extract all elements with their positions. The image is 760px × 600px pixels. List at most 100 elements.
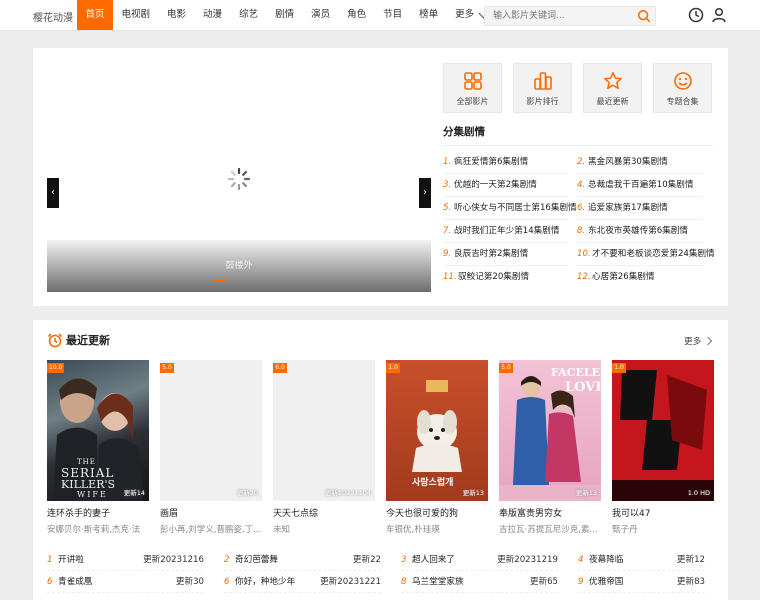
slider-prev-button[interactable]: ‹: [47, 178, 59, 208]
nav-item-anime[interactable]: 动漫: [195, 0, 231, 30]
update-status: 更新20231104: [324, 489, 371, 497]
movie-cast: 吉拉瓦·苏提瓦尼沙克,素...: [499, 525, 598, 535]
history-clock-icon[interactable]: [688, 7, 704, 23]
episode-rank: 9.: [443, 249, 452, 259]
episode-item[interactable]: 2. 黑金风暴第30集剧情: [577, 151, 668, 173]
quick-link-rankings[interactable]: 影片排行: [513, 63, 572, 113]
list-item[interactable]: 4 夜幕降临 更新12: [578, 549, 705, 571]
nav-item-movie[interactable]: 电影: [159, 0, 195, 30]
row-rank: 3: [401, 555, 407, 565]
movie-poster[interactable]: FACELESS LOVE 5.0 更新13: [499, 360, 601, 501]
alarm-clock-icon: [47, 333, 63, 348]
site-logo[interactable]: 樱花动漫: [33, 9, 73, 24]
episode-item[interactable]: 3. 优越的一天第2集剧情: [443, 174, 537, 196]
row-update: 更新20231219: [497, 555, 558, 565]
episode-rank: 5.: [443, 203, 452, 213]
list-item[interactable]: 1 开讲啦 更新20231216: [47, 549, 204, 571]
movie-title[interactable]: 奉版富贵男穷女: [499, 506, 601, 519]
nav-item-rankings[interactable]: 榜单: [411, 0, 447, 30]
episode-rank: 2.: [577, 157, 586, 167]
slider-dot[interactable]: [270, 280, 281, 282]
quick-link-label: 专题合集: [666, 97, 699, 106]
movie-title[interactable]: 画眉: [160, 506, 262, 519]
search-input[interactable]: [485, 7, 631, 25]
episode-item[interactable]: 1. 疯狂爱情第6集剧情: [443, 151, 528, 173]
list-item[interactable]: 8 乌兰堂堂家族 更新65: [401, 571, 558, 593]
row-update: 更新22: [352, 555, 381, 565]
hero-slider[interactable]: ‹ › 鼓楼外: [47, 62, 431, 292]
update-status: 更新20: [236, 489, 258, 497]
quick-link-all-movies[interactable]: 全部影片: [443, 63, 502, 113]
movie-card[interactable]: 6.0 更新20231104 天天七点综 未知: [273, 360, 375, 535]
list-item[interactable]: 3 超人回来了 更新20231219: [401, 549, 558, 571]
movie-poster[interactable]: 5.0 更新20: [160, 360, 262, 501]
quick-link-collections[interactable]: 专题合集: [653, 63, 712, 113]
nav-item-tv[interactable]: 电视剧: [113, 0, 159, 30]
episode-rank: 6.: [577, 203, 586, 213]
quick-links: 全部影片 影片排行 最近更新 专题合集: [443, 63, 712, 113]
episode-item[interactable]: 7. 战时我们正年少第14集剧情: [443, 220, 559, 242]
episode-item[interactable]: 5. 听心侠女与不同居士第16集剧情: [443, 197, 577, 219]
movie-poster[interactable]: THE SERIAL KILLER'S WIFE 10.0 更新14: [47, 360, 149, 501]
slider-dot[interactable]: [214, 280, 225, 282]
movie-card[interactable]: THE SERIAL KILLER'S WIFE 10.0 更新14 连环杀手的…: [47, 360, 149, 535]
list-item[interactable]: 2 奇幻芭蕾舞 更新22: [224, 549, 381, 571]
bar-chart-icon: [533, 72, 552, 90]
chevron-right-icon: [703, 336, 713, 346]
movie-title[interactable]: 今天也很可爱的狗: [386, 506, 488, 519]
movie-poster[interactable]: 1.0 1.0 HD: [612, 360, 714, 501]
movie-card[interactable]: 사랑스럽개 1.0 更新13 今天也很可爱的狗 车银优,朴珪瑛: [386, 360, 488, 535]
episode-rank: 7.: [443, 226, 452, 236]
rating-badge: 1.0: [386, 363, 400, 373]
episode-rank: 11.: [443, 272, 457, 282]
episode-item[interactable]: 4. 总裁虐我千百遍第10集剧情: [577, 174, 693, 196]
list-item[interactable]: 6 你好，种地少年 更新20231221: [224, 571, 381, 593]
row-title: 夜幕降临: [589, 555, 624, 565]
list-item[interactable]: 6 青雀成凰 更新30: [47, 571, 204, 593]
user-icon[interactable]: [711, 7, 727, 23]
episode-item[interactable]: 6. 追爱家族第17集剧情: [577, 197, 668, 219]
movie-poster[interactable]: 6.0 更新20231104: [273, 360, 375, 501]
nav-item-actors[interactable]: 演员: [303, 0, 339, 30]
episode-item[interactable]: 9. 良辰吉时第2集剧情: [443, 243, 528, 265]
update-status: 1.0 HD: [687, 489, 710, 497]
movie-title[interactable]: 天天七点综: [273, 506, 375, 519]
movie-poster[interactable]: 사랑스럽개 1.0 更新13: [386, 360, 488, 501]
movie-cast: 未知: [273, 525, 291, 535]
slider-caption-text[interactable]: 鼓楼外: [47, 258, 431, 271]
episode-item[interactable]: 12.心居第26集剧情: [577, 266, 655, 288]
nav-item-home[interactable]: 首页: [77, 0, 114, 30]
slider-next-button[interactable]: ›: [419, 178, 431, 208]
episode-rank: 8.: [577, 226, 586, 236]
episode-item[interactable]: 11.驭鲛记第20集剧情: [443, 266, 529, 288]
movie-card[interactable]: 5.0 更新20 画眉 彭小苒,刘学义,晋鹏姿,丁...: [160, 360, 262, 535]
more-link[interactable]: 更多: [684, 335, 713, 347]
search-icon[interactable]: [637, 9, 651, 23]
movie-title[interactable]: 连环杀手的妻子: [47, 506, 149, 519]
slider-dot[interactable]: [256, 280, 267, 282]
row-update: 更新12: [676, 555, 705, 565]
episode-item[interactable]: 10.才不要和老板谈恋爱第24集剧情: [577, 243, 715, 265]
nav-item-variety[interactable]: 综艺: [231, 0, 267, 30]
update-list-column: 2 奇幻芭蕾舞 更新22 6 你好，种地少年 更新20231221: [224, 549, 424, 593]
list-item[interactable]: 9 优雅帝国 更新83: [578, 571, 705, 593]
row-update: 更新20231221: [320, 577, 381, 587]
nav-item-shows[interactable]: 节目: [375, 0, 411, 30]
slider-dot[interactable]: [228, 280, 239, 282]
nav-more-label: 更多: [455, 9, 475, 20]
quick-link-recent[interactable]: 最近更新: [583, 63, 642, 113]
nav-item-roles[interactable]: 角色: [339, 0, 375, 30]
rating-badge: 10.0: [47, 363, 65, 373]
episode-item[interactable]: 8. 东北夜市英雄传第6集剧情: [577, 220, 688, 242]
slider-dot[interactable]: [242, 280, 253, 282]
nav-item-plot[interactable]: 剧情: [267, 0, 303, 30]
recent-updates-section: 最近更新 更多 THE SERIAL KILLER'S WIFE 10.0 更新…: [33, 320, 728, 600]
quick-link-label: 最近更新: [596, 97, 629, 106]
movie-card[interactable]: FACELESS LOVE 5.0 更新13 奉版富贵男穷女 吉拉瓦·苏提瓦尼沙…: [499, 360, 601, 535]
row-rank: 8: [401, 577, 407, 587]
movie-cast: 车银优,朴珪瑛: [386, 525, 440, 535]
movie-card[interactable]: 1.0 1.0 HD 我可以47 甄子丹: [612, 360, 714, 535]
poster-title-line: THE: [77, 458, 96, 466]
movie-title[interactable]: 我可以47: [612, 506, 714, 519]
main-nav: 首页 电视剧 电影 动漫 综艺 剧情 演员 角色 节目 榜单 更多: [77, 0, 496, 30]
